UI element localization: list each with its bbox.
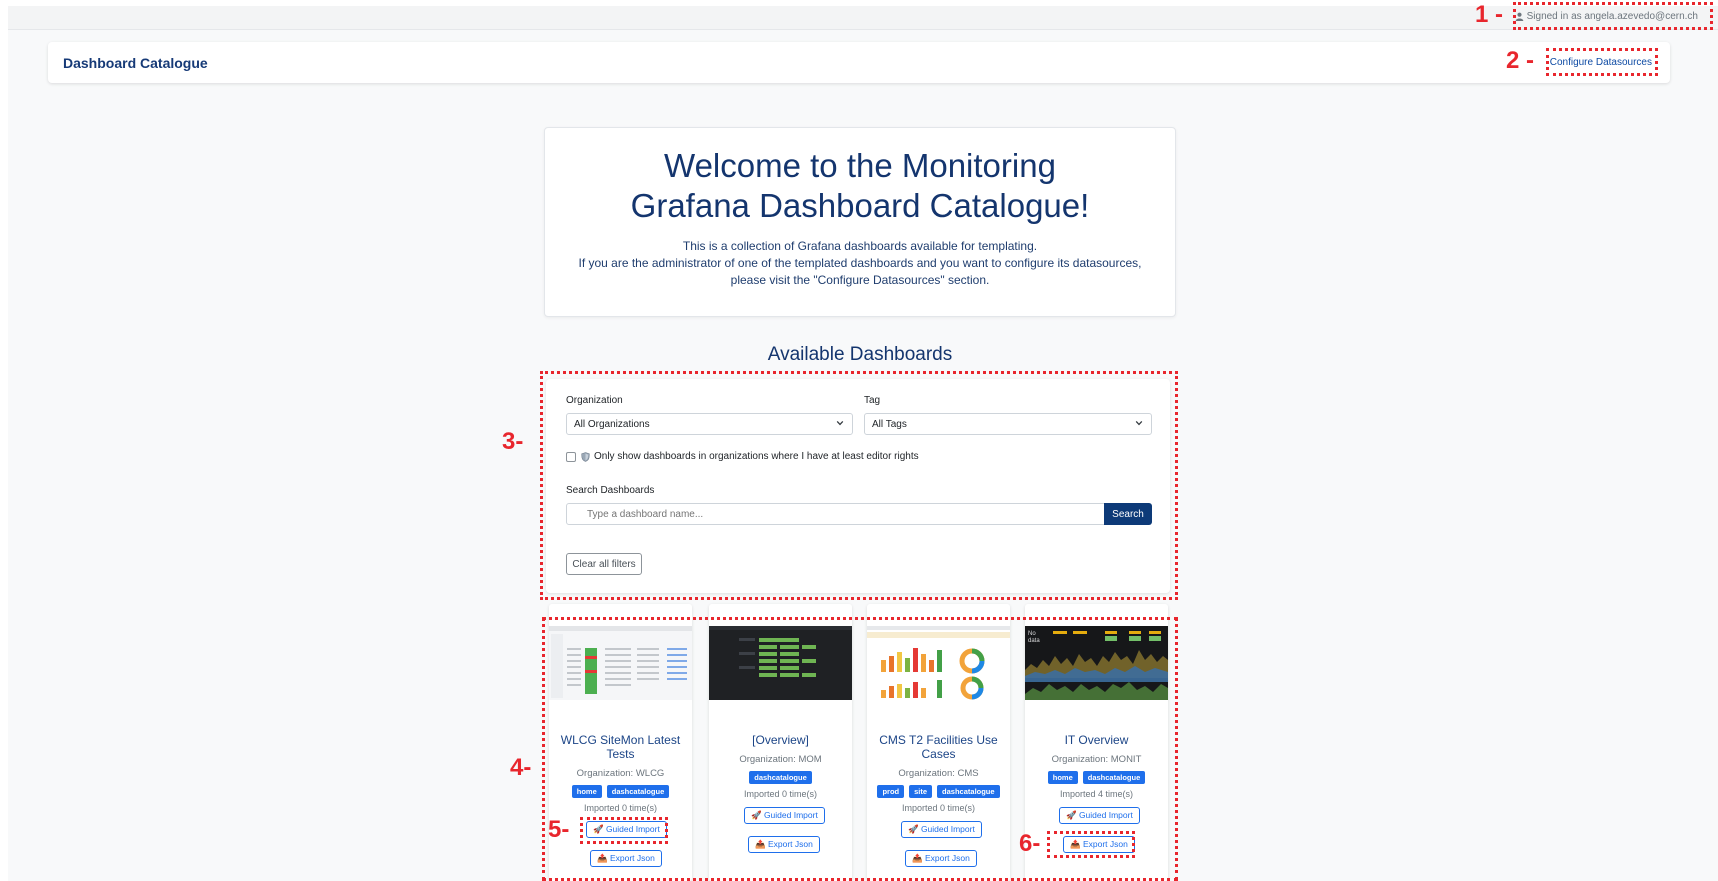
dashboard-thumbnail[interactable]: No data (1025, 626, 1168, 700)
organization-select[interactable]: All Organizations (566, 413, 853, 435)
dashboard-title[interactable]: WLCG SiteMon Latest Tests (553, 733, 688, 761)
annotation-number-3: 3- (502, 428, 524, 455)
annotation-number-1: 1 - (1475, 1, 1504, 28)
import-count: Imported 0 time(s) (901, 803, 976, 813)
configure-datasources-link[interactable]: Configure Datasources (1550, 57, 1652, 68)
welcome-panel: Welcome to the Monitoring Grafana Dashbo… (544, 127, 1176, 317)
dashboard-card-it-overview[interactable]: No data IT Overview Organization: MONIT h… (1025, 604, 1168, 881)
editor-rights-text: Only show dashboards in organizations wh… (594, 451, 919, 462)
dashboard-tags: home dashcatalogue (1025, 771, 1168, 784)
guided-import-button[interactable]: 🚀 Guided Import (744, 807, 825, 824)
filters-panel: Organization All Organizations Tag All T… (546, 379, 1170, 593)
guided-import-button[interactable]: 🚀 Guided Import (1059, 807, 1140, 824)
top-bar: Signed in as angela.azevedo@cern.ch (8, 6, 1718, 30)
annotation-number-6: 6- (1019, 830, 1041, 857)
annotation-number-2: 2 - (1506, 47, 1535, 74)
guided-import-button[interactable]: 🚀 Guided Import (586, 821, 667, 838)
export-json-button[interactable]: 📤 Export Json (748, 836, 820, 853)
search-button[interactable]: Search (1104, 503, 1152, 525)
dashboard-title[interactable]: IT Overview (1029, 733, 1164, 747)
svg-text:No: No (1028, 631, 1036, 637)
dashboard-tags: prod site dashcatalogue (867, 785, 1010, 798)
dashboard-card-wlcg[interactable]: WLCG SiteMon Latest Tests Organization: … (549, 604, 692, 881)
available-dashboards-title: Available Dashboards (767, 344, 953, 365)
export-json-button[interactable]: 📤 Export Json (1063, 836, 1135, 853)
tag-select-value: All Tags (872, 419, 907, 430)
tag-badge: home (571, 785, 602, 798)
tag-badge: dashcatalogue (937, 785, 1000, 798)
welcome-title: Welcome to the Monitoring Grafana Dashbo… (630, 147, 1090, 224)
dashboard-tags: home dashcatalogue (549, 785, 692, 798)
editor-rights-checkbox[interactable] (566, 452, 576, 462)
signed-in-text: Signed in as angela.azevedo@cern.ch (1526, 11, 1698, 22)
header-navbar: Dashboard Catalogue Configure Datasource… (48, 42, 1670, 83)
user-icon (1515, 12, 1523, 21)
import-count: Imported 0 time(s) (743, 789, 818, 799)
brand-title[interactable]: Dashboard Catalogue (63, 55, 208, 71)
tag-badge: dashcatalogue (606, 785, 670, 798)
tag-badge: prod (877, 785, 905, 798)
organization-select-value: All Organizations (574, 419, 650, 430)
dashboard-thumbnail[interactable] (549, 626, 692, 700)
export-json-button[interactable]: 📤 Export Json (905, 850, 977, 867)
chevron-down-icon (836, 420, 844, 426)
dashboard-card-cms[interactable]: CMS T2 Facilities Use Cases Organization… (867, 604, 1010, 881)
search-dashboards-label: Search Dashboards (566, 485, 655, 496)
tag-label: Tag (864, 395, 881, 406)
editor-rights-label: Only show dashboards in organizations wh… (581, 451, 919, 462)
import-count: Imported 0 time(s) (583, 803, 658, 813)
tag-badge: site (909, 785, 933, 798)
dashboard-tags: dashcatalogue (709, 771, 852, 784)
shield-icon (581, 451, 590, 462)
svg-text:data: data (1028, 638, 1040, 644)
tag-badge: home (1047, 771, 1078, 784)
guided-import-button[interactable]: 🚀 Guided Import (901, 821, 982, 838)
welcome-line-2: If you are the administrator of one of t… (578, 256, 1142, 287)
import-count: Imported 4 time(s) (1059, 789, 1134, 799)
clear-filters-button[interactable]: Clear all filters (566, 553, 642, 575)
search-input[interactable] (566, 503, 1106, 525)
tag-select[interactable]: All Tags (864, 413, 1152, 435)
annotation-number-4: 4- (510, 754, 532, 781)
dashboard-thumbnail[interactable] (867, 626, 1010, 700)
dashboard-organization: Organization: MONIT (1051, 754, 1142, 765)
welcome-description: This is a collection of Grafana dashboar… (545, 238, 1175, 289)
dashboard-organization: Organization: CMS (898, 768, 979, 779)
organization-label: Organization (566, 395, 623, 406)
dashboard-thumbnail[interactable] (709, 626, 852, 700)
tag-badge: dashcatalogue (749, 771, 812, 784)
dashboard-organization: Organization: MOM (739, 754, 822, 765)
export-json-button[interactable]: 📤 Export Json (590, 850, 662, 867)
dashboard-card-overview[interactable]: [Overview] Organization: MOM dashcatalog… (709, 604, 852, 881)
dashboard-organization: Organization: WLCG (576, 768, 665, 779)
chevron-down-icon (1135, 420, 1143, 426)
welcome-line-1: This is a collection of Grafana dashboar… (682, 239, 1038, 253)
dashboard-title[interactable]: CMS T2 Facilities Use Cases (871, 733, 1006, 761)
dashboard-title[interactable]: [Overview] (713, 733, 848, 747)
annotation-number-5: 5- (548, 816, 570, 843)
signed-in-status: Signed in as angela.azevedo@cern.ch (1515, 11, 1698, 22)
tag-badge: dashcatalogue (1082, 771, 1146, 784)
